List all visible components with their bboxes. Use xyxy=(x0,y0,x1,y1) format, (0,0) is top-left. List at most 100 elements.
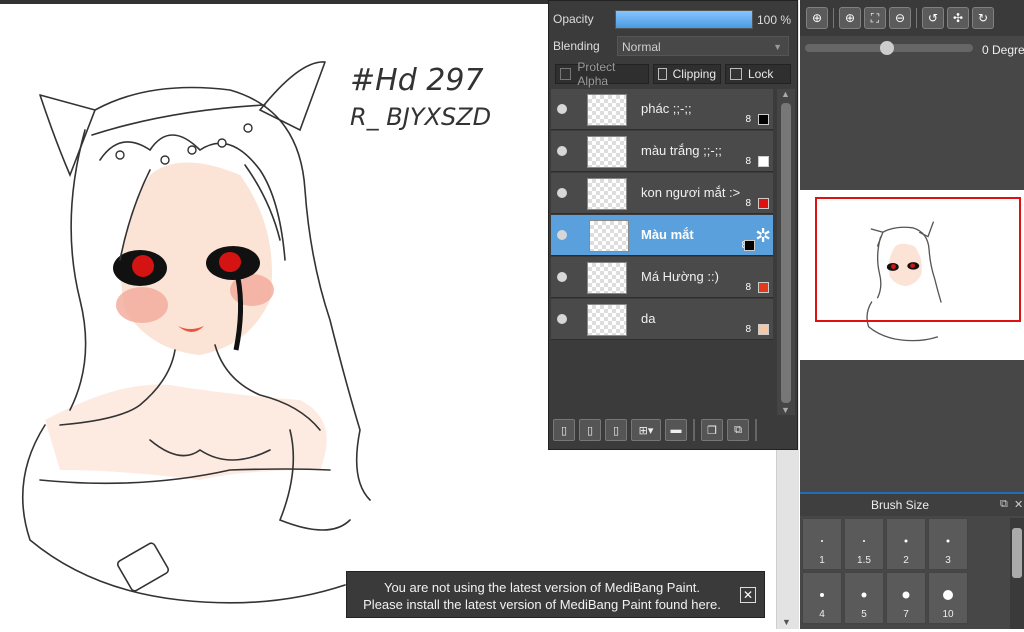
brush-size-value: 4 xyxy=(819,609,825,620)
layer-color-swatch xyxy=(758,114,769,125)
eye-visibility-icon[interactable] xyxy=(557,104,567,114)
layer-name: da xyxy=(641,311,656,326)
brush-size-title: Brush Size xyxy=(870,498,930,512)
lock-label: Lock xyxy=(748,67,774,81)
layer-row[interactable]: phác ;;-;; 8 xyxy=(551,89,773,130)
eye-visibility-icon[interactable] xyxy=(557,272,567,282)
scroll-down-arrow-icon[interactable]: ▼ xyxy=(781,405,790,415)
layer-thumbnail xyxy=(587,304,627,336)
layer-row[interactable]: Má Hường ::) 8 xyxy=(551,257,773,298)
brush-size-value: 5 xyxy=(861,609,867,620)
brush-size-cell[interactable]: 1 xyxy=(802,518,842,570)
toolbar-separator xyxy=(916,8,917,28)
layer-list-scrollbar[interactable]: ▲ ▼ xyxy=(777,89,795,415)
clipping-checkbox[interactable]: Clipping xyxy=(653,64,721,84)
fit-window-icon[interactable]: ⛶ xyxy=(864,7,886,29)
popout-icon[interactable]: ⧉ xyxy=(1000,498,1008,511)
layer-name: Má Hường ::) xyxy=(641,269,719,284)
layer-thumbnail xyxy=(587,262,627,294)
eye-visibility-icon[interactable] xyxy=(557,146,567,156)
zoom-in-icon[interactable]: ⊕ xyxy=(839,7,861,29)
update-notification[interactable]: You are not using the latest version of … xyxy=(346,571,765,618)
eye-visibility-icon[interactable] xyxy=(557,188,567,198)
new-8bit-layer-button[interactable]: ▯ xyxy=(579,419,601,441)
navigator-toolbar: ⊕ ⊕ ⛶ ⊖ ↺ ✣ ↻ xyxy=(800,0,1024,36)
top-edge-strip xyxy=(0,0,548,4)
brush-size-cell[interactable]: 1.5 xyxy=(844,518,884,570)
layer-color-swatch xyxy=(758,198,769,209)
opacity-value: 100 % xyxy=(757,13,792,27)
checkbox-box xyxy=(658,68,667,80)
brush-dot-icon xyxy=(904,539,908,543)
blending-mode-select[interactable]: Normal ▼ xyxy=(617,36,789,56)
navigator-view-frame[interactable] xyxy=(815,197,1021,322)
add-layer-menu-button[interactable]: ⊞▾ xyxy=(631,419,661,441)
page-icon: ▯ xyxy=(560,424,568,437)
brush-size-cell[interactable]: 2 xyxy=(886,518,926,570)
reset-rotation-icon[interactable]: ✣ xyxy=(947,7,969,29)
zoom-actual-icon[interactable]: ⊕ xyxy=(806,7,828,29)
rotation-slider-handle[interactable] xyxy=(880,41,894,55)
add-page-icon: ⊞▾ xyxy=(638,424,654,437)
merge-down-button[interactable]: ⧉ xyxy=(727,419,749,441)
toolbar-separator xyxy=(693,419,695,441)
opacity-label: Opacity xyxy=(553,12,594,26)
layer-thumbnail xyxy=(587,136,627,168)
new-folder-button[interactable]: ▬ xyxy=(665,419,687,441)
layer-thumbnail xyxy=(587,94,627,126)
new-layer-button[interactable]: ▯ xyxy=(553,419,575,441)
brush-size-cell[interactable]: 10 xyxy=(928,572,968,624)
layer-color-swatch xyxy=(758,324,769,335)
scroll-up-arrow-icon[interactable]: ▲ xyxy=(781,89,790,99)
layer-color-swatch xyxy=(758,282,769,293)
brush-size-header: Brush Size ⧉ ✕ xyxy=(800,492,1024,516)
brush-dot-icon xyxy=(946,539,950,543)
new-1bit-layer-button[interactable]: ▯ xyxy=(605,419,627,441)
protect-alpha-checkbox[interactable]: Protect Alpha xyxy=(555,60,649,88)
scroll-down-arrow-icon[interactable]: ▼ xyxy=(782,617,791,627)
layer-color-swatch xyxy=(744,240,755,251)
toolbar-separator xyxy=(833,8,834,28)
page-8-icon: ▯ xyxy=(586,424,594,437)
lock-checkbox[interactable]: Lock xyxy=(725,64,791,84)
scrollbar-thumb[interactable] xyxy=(781,103,791,403)
layer-bit-depth: 8 xyxy=(745,282,751,293)
layer-bit-depth: 8 xyxy=(745,198,751,209)
brush-dot-icon xyxy=(820,593,824,597)
signature-line-2: R_ BJYXSZD xyxy=(350,103,491,131)
layer-name: Màu mắt xyxy=(641,227,694,242)
layer-row[interactable]: kon ngươi mắt :> 8 xyxy=(551,173,773,214)
opacity-slider[interactable] xyxy=(615,10,753,29)
layer-bit-depth: 8 xyxy=(745,156,751,167)
close-icon[interactable]: ✕ xyxy=(740,587,756,603)
brush-dot-icon xyxy=(943,590,953,600)
brush-size-cell[interactable]: 4 xyxy=(802,572,842,624)
layer-row[interactable]: da 8 xyxy=(551,299,773,340)
checkbox-box xyxy=(730,68,742,80)
update-message-line-2: Please install the latest version of Med… xyxy=(363,597,721,612)
rotate-left-icon[interactable]: ↺ xyxy=(922,7,944,29)
rotate-right-icon[interactable]: ↻ xyxy=(972,7,994,29)
brush-size-scrollbar[interactable] xyxy=(1010,518,1024,629)
close-icon[interactable]: ✕ xyxy=(1014,498,1023,511)
brush-size-cell[interactable]: 5 xyxy=(844,572,884,624)
toolbar-separator xyxy=(755,419,757,441)
layer-row[interactable]: màu trắng ;;-;; 8 xyxy=(551,131,773,172)
brush-size-cell[interactable]: 3 xyxy=(928,518,968,570)
eye-visibility-icon[interactable] xyxy=(557,230,567,240)
eye-visibility-icon[interactable] xyxy=(557,314,567,324)
blending-mode-value: Normal xyxy=(622,40,661,54)
zoom-out-icon[interactable]: ⊖ xyxy=(889,7,911,29)
right-panel: ⊕ ⊕ ⛶ ⊖ ↺ ✣ ↻ 0 Degree B xyxy=(800,0,1024,629)
gear-icon[interactable]: ✲ xyxy=(755,225,771,248)
brush-dot-icon xyxy=(821,540,823,542)
brush-size-cell[interactable]: 7 xyxy=(886,572,926,624)
page-1-icon: ▯ xyxy=(612,424,620,437)
layer-panel: Opacity 100 % Blending Normal ▼ Protect … xyxy=(548,0,798,450)
layer-row-selected[interactable]: Màu mắt 8 ✲ xyxy=(551,215,773,256)
duplicate-layer-button[interactable]: ❐ xyxy=(701,419,723,441)
chevron-down-icon: ▼ xyxy=(773,42,782,52)
scrollbar-thumb[interactable] xyxy=(1012,528,1022,578)
layer-name: phác ;;-;; xyxy=(641,101,692,116)
brush-size-value: 1 xyxy=(819,555,825,566)
